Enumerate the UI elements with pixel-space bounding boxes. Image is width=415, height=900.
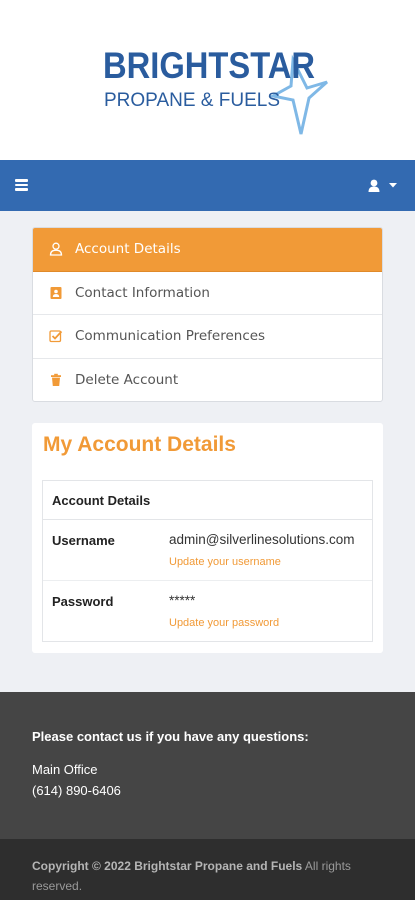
trash-icon	[49, 373, 63, 387]
logo-text-line2: PROPANE & FUELS	[104, 90, 280, 111]
hamburger-icon[interactable]	[15, 179, 28, 191]
password-label: Password	[52, 594, 114, 609]
footer-heading: Please contact us if you have any questi…	[32, 729, 309, 744]
menu-item-account-details[interactable]: Account Details	[33, 228, 382, 272]
logo-text-line1: BRIGHTSTAR	[103, 45, 315, 86]
menu-item-contact-information[interactable]: Contact Information	[33, 272, 382, 315]
menu-item-label: Contact Information	[75, 284, 210, 301]
password-value: *****	[169, 593, 196, 608]
checkbox-icon	[49, 329, 63, 343]
panel-heading: Account Details	[43, 481, 372, 520]
logo-header: BRIGHTSTAR PROPANE & FUELS	[0, 0, 415, 160]
page-title: My Account Details	[43, 433, 236, 456]
user-menu-toggle[interactable]	[368, 178, 402, 194]
username-row: Username admin@silverlinesolutions.com U…	[43, 520, 372, 581]
footer-office: Main Office	[32, 762, 98, 777]
copyright-bar: Copyright © 2022 Brightstar Propane and …	[0, 839, 415, 900]
username-label: Username	[52, 533, 115, 548]
contact-card-icon	[49, 286, 63, 300]
password-row: Password ***** Update your password	[43, 581, 372, 642]
brightstar-logo[interactable]: BRIGHTSTAR PROPANE & FUELS	[95, 38, 335, 138]
caret-down-icon	[389, 183, 397, 188]
footer: Please contact us if you have any questi…	[0, 692, 415, 839]
copyright-owner: Copyright © 2022 Brightstar Propane and …	[32, 859, 303, 873]
username-value: admin@silverlinesolutions.com	[169, 532, 355, 547]
footer-phone[interactable]: (614) 890-6406	[32, 783, 121, 798]
user-icon	[49, 242, 63, 256]
account-menu: Account Details Contact Information Comm…	[32, 227, 383, 402]
update-password-link[interactable]: Update your password	[169, 617, 279, 629]
menu-item-label: Account Details	[75, 241, 181, 258]
account-details-panel: Account Details Username admin@silverlin…	[42, 480, 373, 642]
account-details-card: My Account Details Account Details Usern…	[32, 423, 383, 653]
menu-item-label: Communication Preferences	[75, 328, 266, 345]
user-icon	[368, 179, 397, 192]
menu-item-delete-account[interactable]: Delete Account	[33, 359, 382, 402]
top-navbar	[0, 160, 415, 211]
copyright-text: Copyright © 2022 Brightstar Propane and …	[32, 856, 382, 896]
menu-item-communication-preferences[interactable]: Communication Preferences	[33, 315, 382, 359]
update-username-link[interactable]: Update your username	[169, 556, 281, 568]
menu-item-label: Delete Account	[75, 372, 179, 389]
